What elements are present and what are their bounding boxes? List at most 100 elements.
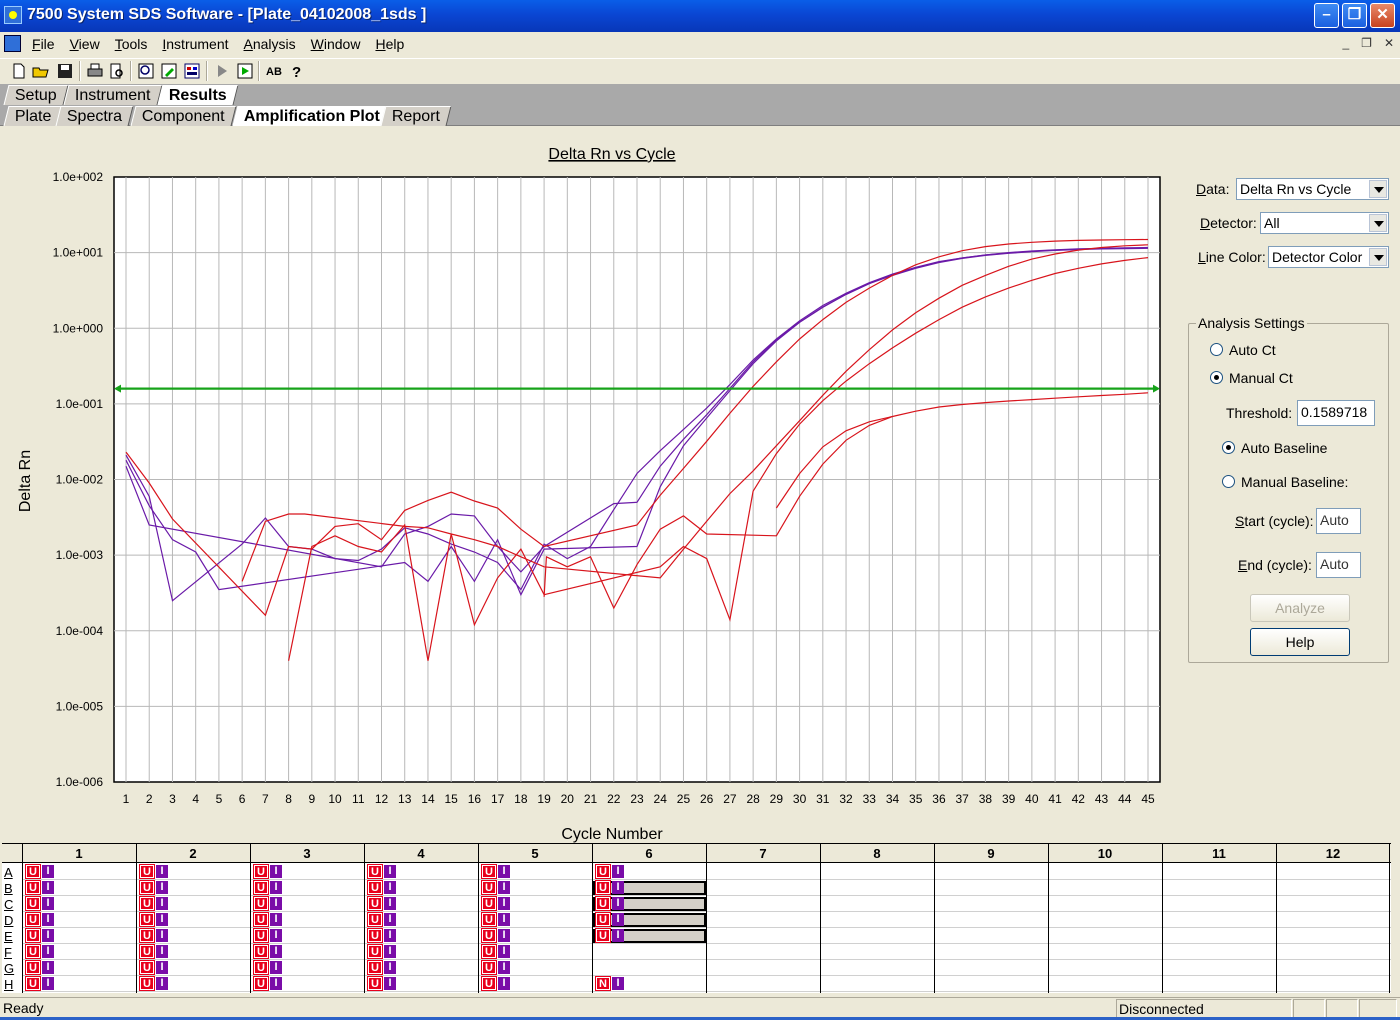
new-file-icon[interactable] (10, 62, 28, 80)
well-detector-badge[interactable]: I (498, 897, 510, 910)
data-select[interactable]: Delta Rn vs Cycle (1236, 178, 1389, 200)
well-task-badge[interactable]: U (481, 944, 497, 959)
well-task-badge[interactable]: U (595, 864, 611, 879)
plate-col-header[interactable]: 1 (22, 846, 136, 861)
tab-results[interactable]: Results (157, 85, 239, 105)
print-preview-icon[interactable] (108, 62, 126, 80)
context-help-icon[interactable]: ? (288, 62, 306, 80)
plate-row-header[interactable]: D (4, 913, 20, 928)
plate-col-header[interactable]: 5 (478, 846, 592, 861)
mdi-restore-icon[interactable]: ❐ (1361, 36, 1372, 50)
plate-col-header[interactable]: 11 (1162, 846, 1276, 861)
amplification-plot[interactable]: Delta Rn vs Cycle Delta Rn Cycle Number … (0, 127, 1185, 843)
well-task-badge[interactable]: U (25, 880, 41, 895)
threshold-input[interactable]: 0.1589718 (1297, 400, 1375, 426)
well-task-badge[interactable]: U (139, 864, 155, 879)
well-detector-badge[interactable]: I (42, 977, 54, 990)
well-detector-badge[interactable]: I (270, 977, 282, 990)
well-detector-badge[interactable]: I (384, 977, 396, 990)
well-detector-badge[interactable]: I (156, 897, 168, 910)
maximize-button[interactable]: ❐ (1342, 3, 1367, 28)
well-detector-badge[interactable]: I (384, 897, 396, 910)
well-detector-badge[interactable]: I (270, 961, 282, 974)
well-detector-badge[interactable]: I (270, 865, 282, 878)
well-task-badge[interactable]: U (253, 880, 269, 895)
well-task-badge[interactable]: U (595, 928, 611, 943)
well-detector-badge[interactable]: I (498, 961, 510, 974)
well-task-badge[interactable]: U (25, 928, 41, 943)
well-detector-badge[interactable]: I (156, 881, 168, 894)
well-detector-badge[interactable]: I (384, 881, 396, 894)
plate-row-header[interactable]: F (4, 945, 20, 960)
well-detector-badge[interactable]: I (384, 929, 396, 942)
document-icon[interactable] (4, 35, 21, 52)
plate-col-header[interactable]: 8 (820, 846, 934, 861)
plate-grid[interactable]: 1 2 3 4 5 6 7 8 9 10 11 12 ABCDEFGHUIUIUIUIUIUIUIUI… (2, 843, 1391, 993)
well-detector-badge[interactable]: I (42, 865, 54, 878)
well-task-badge[interactable]: U (25, 912, 41, 927)
well-detector-badge[interactable]: I (42, 897, 54, 910)
well-detector-badge[interactable]: I (156, 977, 168, 990)
manual-baseline-radio[interactable] (1222, 475, 1235, 488)
well-task-badge[interactable]: U (139, 896, 155, 911)
tab-report[interactable]: Report (380, 106, 452, 126)
well-task-badge[interactable]: U (139, 880, 155, 895)
auto-ct-radio[interactable] (1210, 343, 1223, 356)
well-detector-badge[interactable]: I (156, 929, 168, 942)
well-detector-badge[interactable]: I (270, 945, 282, 958)
well-detector-badge[interactable]: I (42, 929, 54, 942)
start-cycle-input[interactable]: Auto (1316, 508, 1361, 534)
plate-col-header[interactable]: 12 (1276, 846, 1390, 861)
well-detector-badge[interactable]: I (498, 865, 510, 878)
well-detector-badge[interactable]: I (42, 945, 54, 958)
well-task-badge[interactable]: U (253, 976, 269, 991)
well-task-badge[interactable]: U (481, 912, 497, 927)
well-detector-badge[interactable]: I (270, 881, 282, 894)
well-detector-badge[interactable]: I (384, 961, 396, 974)
well-task-badge[interactable]: U (367, 976, 383, 991)
analyze-button[interactable]: Analyze (1250, 594, 1350, 622)
tab-component[interactable]: Component (130, 106, 237, 126)
mdi-close-icon[interactable]: ✕ (1384, 36, 1394, 50)
well-detector-badge[interactable]: I (42, 881, 54, 894)
tab-spectra[interactable]: Spectra (55, 106, 134, 126)
well-detector-badge[interactable]: I (156, 945, 168, 958)
well-task-badge[interactable]: U (367, 960, 383, 975)
end-cycle-input[interactable]: Auto (1316, 552, 1361, 578)
well-detector-badge[interactable]: I (498, 929, 510, 942)
well-task-badge[interactable]: U (367, 864, 383, 879)
plate-col-header[interactable]: 6 (592, 846, 706, 861)
well-task-badge[interactable]: U (481, 976, 497, 991)
detector-select[interactable]: All (1260, 212, 1389, 234)
help-button[interactable]: Help (1250, 628, 1350, 656)
auto-baseline-radio[interactable] (1222, 441, 1235, 454)
chevron-down-icon[interactable] (1369, 180, 1387, 198)
close-button[interactable]: ✕ (1370, 3, 1395, 28)
well-detector-badge[interactable]: I (498, 977, 510, 990)
well-task-badge[interactable]: U (25, 896, 41, 911)
plate-row-header[interactable]: E (4, 929, 20, 944)
minimize-button[interactable]: – (1314, 3, 1339, 28)
analyze-icon[interactable] (236, 62, 254, 80)
well-detector-badge[interactable]: I (612, 929, 624, 942)
well-task-badge[interactable]: U (367, 896, 383, 911)
well-task-badge[interactable]: U (253, 944, 269, 959)
spelling-icon[interactable]: AB (265, 62, 283, 80)
well-task-badge[interactable]: U (25, 864, 41, 879)
well-task-badge[interactable]: U (481, 928, 497, 943)
well-task-badge[interactable]: U (25, 976, 41, 991)
well-task-badge[interactable]: N (595, 976, 611, 991)
tab-setup[interactable]: Setup (3, 85, 69, 105)
well-detector-badge[interactable]: I (156, 961, 168, 974)
well-task-badge[interactable]: U (253, 912, 269, 927)
plate-row-header[interactable]: C (4, 897, 20, 912)
menu-file[interactable]: File (32, 36, 55, 52)
well-task-badge[interactable]: U (481, 880, 497, 895)
well-task-badge[interactable]: U (139, 944, 155, 959)
menu-window[interactable]: Window (311, 36, 361, 52)
well-task-badge[interactable]: U (367, 928, 383, 943)
plate-view-icon[interactable] (183, 62, 201, 80)
well-task-badge[interactable]: U (253, 864, 269, 879)
well-detector-badge[interactable]: I (384, 913, 396, 926)
well-detector-badge[interactable]: I (612, 977, 624, 990)
